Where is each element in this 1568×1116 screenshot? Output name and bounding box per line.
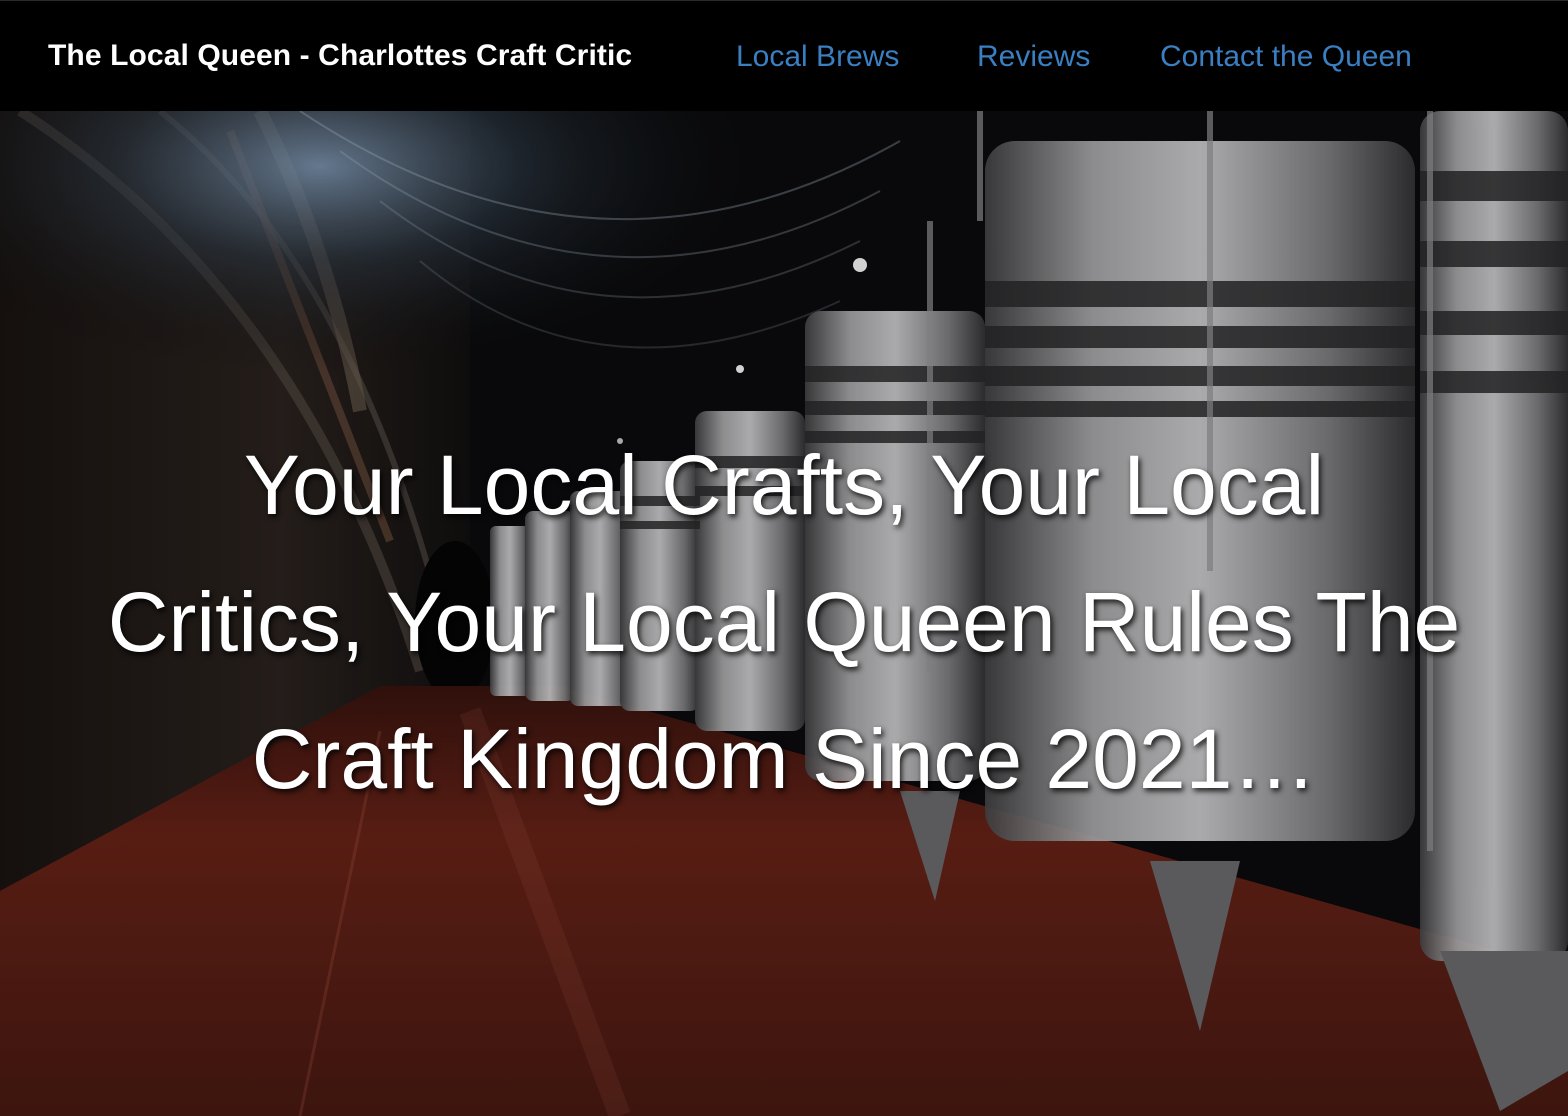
hero-section: Your Local Crafts, Your Local Critics, Y… <box>0 111 1568 1116</box>
hero-headline: Your Local Crafts, Your Local Critics, Y… <box>0 417 1568 828</box>
hero-headline-line-3: Craft Kingdom Since 2021… <box>251 712 1317 806</box>
hero-headline-line-2: Critics, Your Local Queen Rules The <box>107 575 1461 669</box>
top-navigation-bar: The Local Queen - Charlottes Craft Criti… <box>0 0 1568 111</box>
nav-link-local-brews[interactable]: Local Brews <box>736 40 899 74</box>
nav-link-reviews[interactable]: Reviews <box>977 40 1090 74</box>
hero-headline-line-1: Your Local Crafts, Your Local <box>243 438 1325 532</box>
site-title-link[interactable]: The Local Queen - Charlottes Craft Criti… <box>48 39 632 73</box>
nav-link-contact-the-queen[interactable]: Contact the Queen <box>1160 40 1412 74</box>
